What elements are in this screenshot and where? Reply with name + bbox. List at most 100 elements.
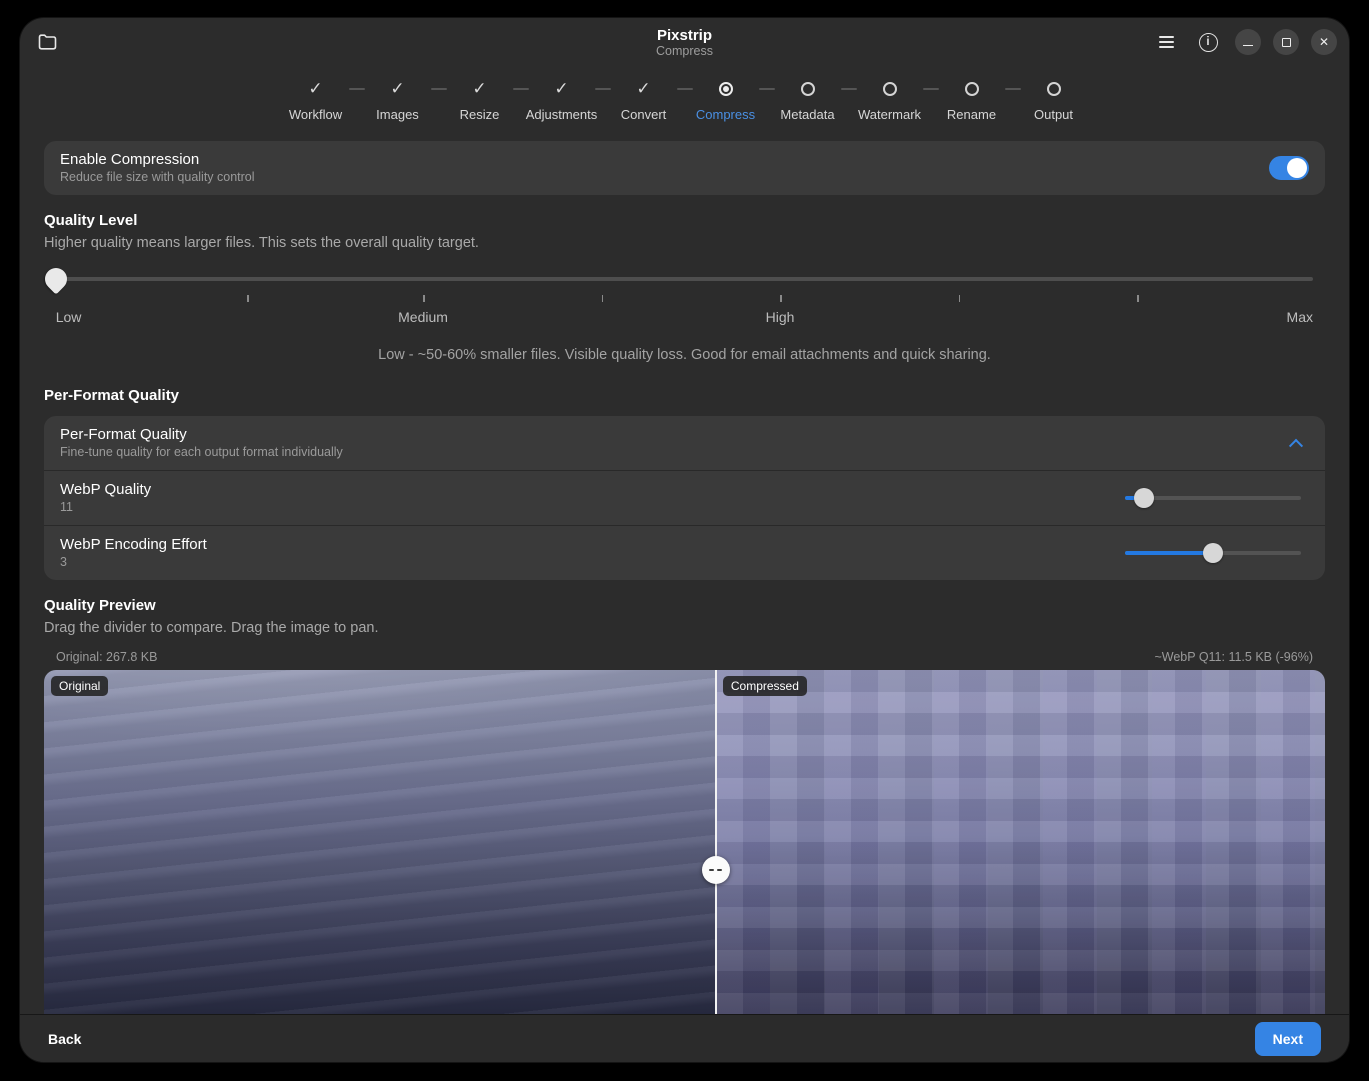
step-metadata[interactable]: Metadata bbox=[767, 79, 849, 122]
close-icon: ✕ bbox=[1319, 35, 1329, 49]
upcoming-step-icon bbox=[1047, 82, 1061, 96]
upcoming-step-icon bbox=[883, 82, 897, 96]
compressed-size-label: ~WebP Q11: 11.5 KB (-96%) bbox=[1154, 650, 1313, 664]
close-button[interactable]: ✕ bbox=[1311, 29, 1337, 55]
quality-preview-heading: Quality Preview bbox=[44, 597, 1325, 614]
mark-medium: Medium bbox=[398, 309, 448, 325]
slider-tick bbox=[602, 295, 604, 302]
expander-subtitle: Fine-tune quality for each output format… bbox=[60, 444, 343, 461]
per-format-expander-header[interactable]: Per-Format Quality Fine-tune quality for… bbox=[44, 416, 1325, 470]
minimize-icon bbox=[1243, 45, 1253, 47]
quality-slider-handle[interactable] bbox=[40, 263, 71, 294]
step-rename[interactable]: Rename bbox=[931, 79, 1013, 122]
original-image-pane[interactable] bbox=[44, 670, 716, 1014]
comparison-divider[interactable] bbox=[715, 670, 717, 1014]
step-label: Adjustments bbox=[526, 107, 598, 122]
compressed-badge: Compressed bbox=[723, 676, 807, 696]
webp-effort-slider[interactable] bbox=[1125, 551, 1301, 555]
step-adjustments[interactable]: ✓ Adjustments bbox=[521, 79, 603, 122]
window-title-block: Pixstrip Compress bbox=[20, 18, 1349, 66]
webp-effort-slider-fill bbox=[1125, 551, 1213, 555]
upcoming-step-icon bbox=[965, 82, 979, 96]
enable-compression-row: Enable Compression Reduce file size with… bbox=[44, 141, 1325, 195]
step-label: Workflow bbox=[289, 107, 342, 122]
compress-page: Enable Compression Reduce file size with… bbox=[20, 131, 1349, 1014]
next-button[interactable]: Next bbox=[1255, 1022, 1321, 1056]
compressed-image-pane[interactable] bbox=[716, 670, 1325, 1014]
step-workflow[interactable]: ✓ Workflow bbox=[275, 79, 357, 122]
webp-effort-row: WebP Encoding Effort 3 bbox=[44, 525, 1325, 580]
step-convert[interactable]: ✓ Convert bbox=[603, 79, 685, 122]
chevron-up-icon bbox=[1289, 439, 1303, 453]
original-badge: Original bbox=[51, 676, 108, 696]
step-label: Compress bbox=[696, 107, 755, 122]
back-button[interactable]: Back bbox=[48, 1031, 81, 1047]
open-folder-button[interactable] bbox=[32, 27, 62, 57]
step-label: Watermark bbox=[858, 107, 921, 122]
quality-slider-track[interactable]: Low Medium High Max bbox=[56, 277, 1313, 281]
check-icon: ✓ bbox=[554, 79, 568, 99]
quality-level-heading: Quality Level bbox=[44, 212, 1325, 229]
app-title: Pixstrip bbox=[657, 27, 712, 44]
quality-level-description: Higher quality means larger files. This … bbox=[44, 235, 1325, 251]
quality-preview-description: Drag the divider to compare. Drag the im… bbox=[44, 620, 1325, 636]
original-size-label: Original: 267.8 KB bbox=[56, 650, 157, 664]
step-images[interactable]: ✓ Images bbox=[357, 79, 439, 122]
mark-low: Low bbox=[56, 309, 82, 325]
step-label: Images bbox=[376, 107, 419, 122]
per-format-heading: Per-Format Quality bbox=[44, 387, 1325, 404]
app-subtitle: Compress bbox=[656, 44, 713, 58]
main-menu-button[interactable] bbox=[1151, 27, 1181, 57]
check-icon: ✓ bbox=[390, 79, 404, 99]
maximize-button[interactable] bbox=[1273, 29, 1299, 55]
current-step-icon bbox=[719, 82, 733, 96]
grip-icon bbox=[717, 869, 722, 871]
quality-level-slider: Low Medium High Max bbox=[44, 267, 1325, 339]
minimize-button[interactable] bbox=[1235, 29, 1261, 55]
enable-compression-subtitle: Reduce file size with quality control bbox=[60, 169, 255, 186]
webp-quality-slider-handle[interactable] bbox=[1134, 488, 1154, 508]
upcoming-step-icon bbox=[801, 82, 815, 96]
check-icon: ✓ bbox=[308, 79, 322, 99]
check-icon: ✓ bbox=[636, 79, 650, 99]
mark-high: High bbox=[766, 309, 795, 325]
step-watermark[interactable]: Watermark bbox=[849, 79, 931, 122]
toggle-knob bbox=[1287, 158, 1307, 178]
step-resize[interactable]: ✓ Resize bbox=[439, 79, 521, 122]
size-row: Original: 267.8 KB ~WebP Q11: 11.5 KB (-… bbox=[44, 650, 1325, 664]
headerbar: Pixstrip Compress i ✕ bbox=[20, 18, 1349, 66]
webp-quality-value: 11 bbox=[60, 499, 151, 516]
step-output[interactable]: Output bbox=[1013, 79, 1095, 122]
quality-level-caption: Low - ~50-60% smaller files. Visible qua… bbox=[44, 347, 1325, 363]
slider-tick bbox=[1137, 295, 1139, 302]
enable-compression-toggle[interactable] bbox=[1269, 156, 1309, 180]
maximize-icon bbox=[1282, 38, 1291, 47]
workflow-stepper: ✓ Workflow ✓ Images ✓ Resize ✓ Adjustmen… bbox=[20, 66, 1349, 131]
comparison-preview[interactable]: Original Compressed bbox=[44, 670, 1325, 1014]
step-label: Rename bbox=[947, 107, 996, 122]
about-button[interactable]: i bbox=[1193, 27, 1223, 57]
webp-effort-label: WebP Encoding Effort bbox=[60, 535, 207, 554]
webp-quality-label: WebP Quality bbox=[60, 480, 151, 499]
divider-handle[interactable] bbox=[702, 856, 730, 884]
info-icon: i bbox=[1199, 33, 1218, 52]
folder-icon bbox=[38, 34, 57, 50]
step-label: Convert bbox=[621, 107, 667, 122]
slider-tick bbox=[423, 295, 425, 302]
enable-compression-title: Enable Compression bbox=[60, 150, 255, 169]
step-label: Metadata bbox=[780, 107, 834, 122]
app-window: Pixstrip Compress i ✕ ✓ Workflow bbox=[20, 18, 1349, 1062]
mark-max: Max bbox=[1287, 309, 1313, 325]
step-label: Output bbox=[1034, 107, 1073, 122]
step-compress[interactable]: Compress bbox=[685, 79, 767, 122]
step-label: Resize bbox=[460, 107, 500, 122]
webp-quality-row: WebP Quality 11 bbox=[44, 470, 1325, 525]
slider-tick bbox=[247, 295, 249, 302]
slider-tick bbox=[780, 295, 782, 302]
check-icon: ✓ bbox=[472, 79, 486, 99]
webp-quality-slider[interactable] bbox=[1125, 496, 1301, 500]
slider-tick bbox=[959, 295, 961, 302]
webp-effort-slider-handle[interactable] bbox=[1203, 543, 1223, 563]
menu-icon bbox=[1159, 41, 1174, 43]
webp-effort-value: 3 bbox=[60, 554, 207, 571]
